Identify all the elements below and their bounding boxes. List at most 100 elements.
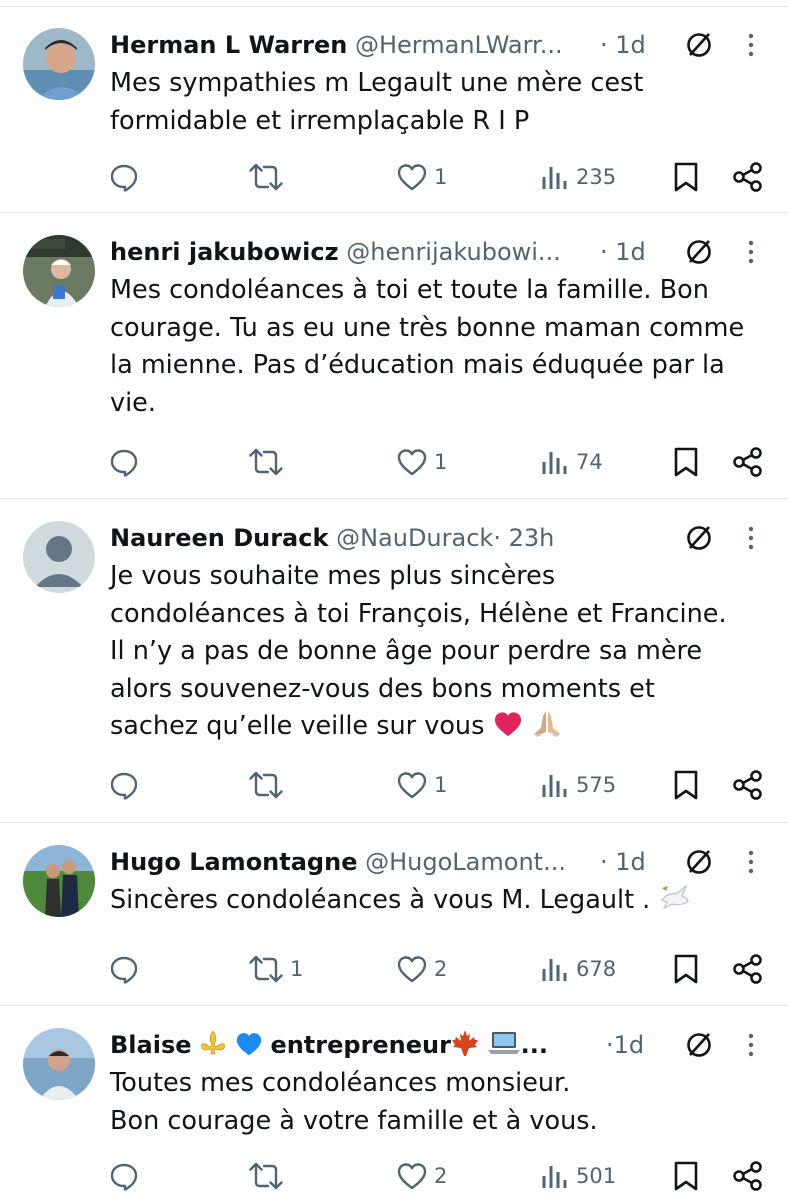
more-icon[interactable] <box>744 237 758 267</box>
bookmark-icon <box>674 1161 698 1191</box>
tweet-header: Herman L Warren @HermanLWarr... <box>110 28 598 62</box>
share-button[interactable] <box>732 949 764 989</box>
repost-button[interactable] <box>248 765 290 805</box>
share-icon <box>733 954 762 984</box>
avatar[interactable] <box>23 1028 95 1100</box>
author-name[interactable]: Naureen Durack <box>110 524 328 552</box>
tweet-text: Sincères condoléances à vous M. Legault … <box>110 882 780 920</box>
tweet-header: henri jakubowicz @henrijakubowi... <box>110 235 598 269</box>
author-handle[interactable]: @NauDurack <box>336 524 493 552</box>
views-button[interactable]: 575 <box>540 765 616 805</box>
avatar[interactable] <box>23 235 95 307</box>
share-icon <box>733 1161 762 1191</box>
timestamp[interactable]: · 1d <box>600 28 646 62</box>
author-handle[interactable]: @henrijakubowi... <box>346 238 561 266</box>
timestamp[interactable]: ·1d <box>606 1028 644 1062</box>
author-name[interactable]: Hugo Lamontagne <box>110 848 357 876</box>
tweet-3[interactable]: Naureen Durack @NauDurack· 23h Je vous s… <box>0 499 788 823</box>
author-handle[interactable]: @HermanLWarr... <box>355 31 563 59</box>
grok-icon[interactable] <box>684 1030 714 1060</box>
tweet-header: Hugo Lamontagne @HugoLamont... <box>110 845 598 879</box>
bookmark-button[interactable] <box>672 949 700 989</box>
avatar[interactable] <box>23 28 95 100</box>
tweet-actions: 2 501 <box>0 1156 788 1196</box>
tweet-actions: 1 575 <box>0 765 788 805</box>
more-icon[interactable] <box>744 847 758 877</box>
share-button[interactable] <box>732 1156 764 1196</box>
share-icon <box>733 770 762 800</box>
author-name[interactable]: Herman L Warren <box>110 31 347 59</box>
maple-leaf-icon <box>451 1030 478 1056</box>
blue-heart-icon <box>236 1033 261 1056</box>
repost-button[interactable]: 1 <box>248 949 303 989</box>
views-button[interactable]: 74 <box>540 442 603 482</box>
repost-button[interactable] <box>248 442 290 482</box>
tweet-header: Naureen Durack @NauDurack· 23h <box>110 524 555 552</box>
reply-button[interactable] <box>108 1156 146 1196</box>
grok-icon[interactable] <box>684 237 714 267</box>
fleur-de-lis-icon <box>201 1030 226 1055</box>
tweet-text: Je vous souhaite mes plus sincères condol… <box>110 561 727 741</box>
bookmark-icon <box>674 447 698 477</box>
like-icon <box>397 956 427 983</box>
like-button[interactable]: 1 <box>396 157 447 197</box>
author-name[interactable]: henri jakubowicz <box>110 238 339 266</box>
reply-button[interactable] <box>108 157 146 197</box>
tweet-actions: 1 74 <box>0 442 788 482</box>
more-icon[interactable] <box>744 30 758 60</box>
share-button[interactable] <box>732 442 764 482</box>
like-icon <box>397 772 427 799</box>
like-button[interactable]: 1 <box>396 442 447 482</box>
timestamp[interactable]: · 1d <box>600 845 646 879</box>
reply-icon <box>110 956 138 984</box>
tweet-2[interactable]: henri jakubowicz @henrijakubowi... · 1d … <box>0 213 788 499</box>
timestamp[interactable]: · 1d <box>600 235 646 269</box>
praying-hands-icon <box>533 711 560 737</box>
views-button[interactable]: 235 <box>540 157 616 197</box>
timestamp[interactable]: 23h <box>509 524 555 552</box>
bookmark-icon <box>674 954 698 984</box>
tweet-actions: 1 2 678 <box>0 949 788 989</box>
views-icon <box>542 775 567 797</box>
reply-button[interactable] <box>108 949 146 989</box>
repost-icon <box>249 955 283 983</box>
author-handle[interactable]: @HugoLamont... <box>365 848 566 876</box>
author-name-part-1[interactable]: Blaise <box>110 1031 192 1059</box>
grok-icon[interactable] <box>684 523 714 553</box>
tweet-5[interactable]: Blaise entrepreneur ... ·1d Toutes mes c… <box>0 1006 788 1200</box>
views-icon <box>542 452 567 474</box>
share-button[interactable] <box>732 765 764 805</box>
views-button[interactable]: 501 <box>540 1156 616 1196</box>
author-name-part-2[interactable]: entrepreneur <box>270 1031 451 1059</box>
share-button[interactable] <box>732 157 764 197</box>
reply-button[interactable] <box>108 765 146 805</box>
reply-button[interactable] <box>108 442 146 482</box>
grok-icon[interactable] <box>684 847 714 877</box>
tweet-header: Blaise entrepreneur ... <box>110 1030 548 1059</box>
bookmark-button[interactable] <box>672 157 700 197</box>
avatar[interactable] <box>23 845 95 917</box>
tweet-text: Mes sympathies m Legault une mère cest fo… <box>110 68 644 136</box>
repost-icon <box>249 1162 283 1190</box>
more-icon[interactable] <box>744 1030 758 1060</box>
like-button[interactable]: 2 <box>396 1156 447 1196</box>
repost-button[interactable] <box>248 1156 290 1196</box>
like-icon <box>397 449 427 476</box>
more-icon[interactable] <box>744 523 758 553</box>
reply-icon <box>110 772 138 800</box>
grok-icon[interactable] <box>684 30 714 60</box>
like-button[interactable]: 1 <box>396 765 447 805</box>
dove-icon <box>661 884 689 910</box>
tweet-1[interactable]: Herman L Warren @HermanLWarr... · 1d Mes… <box>0 6 788 213</box>
like-icon <box>397 164 427 191</box>
views-icon <box>542 959 567 981</box>
bookmark-button[interactable] <box>672 1156 700 1196</box>
repost-button[interactable] <box>248 157 290 197</box>
like-button[interactable]: 2 <box>396 949 447 989</box>
tweet-4[interactable]: Hugo Lamontagne @HugoLamont... · 1d Sinc… <box>0 823 788 1006</box>
bookmark-button[interactable] <box>672 765 700 805</box>
avatar[interactable] <box>23 521 95 593</box>
views-icon <box>542 167 567 189</box>
bookmark-button[interactable] <box>672 442 700 482</box>
views-button[interactable]: 678 <box>540 949 616 989</box>
